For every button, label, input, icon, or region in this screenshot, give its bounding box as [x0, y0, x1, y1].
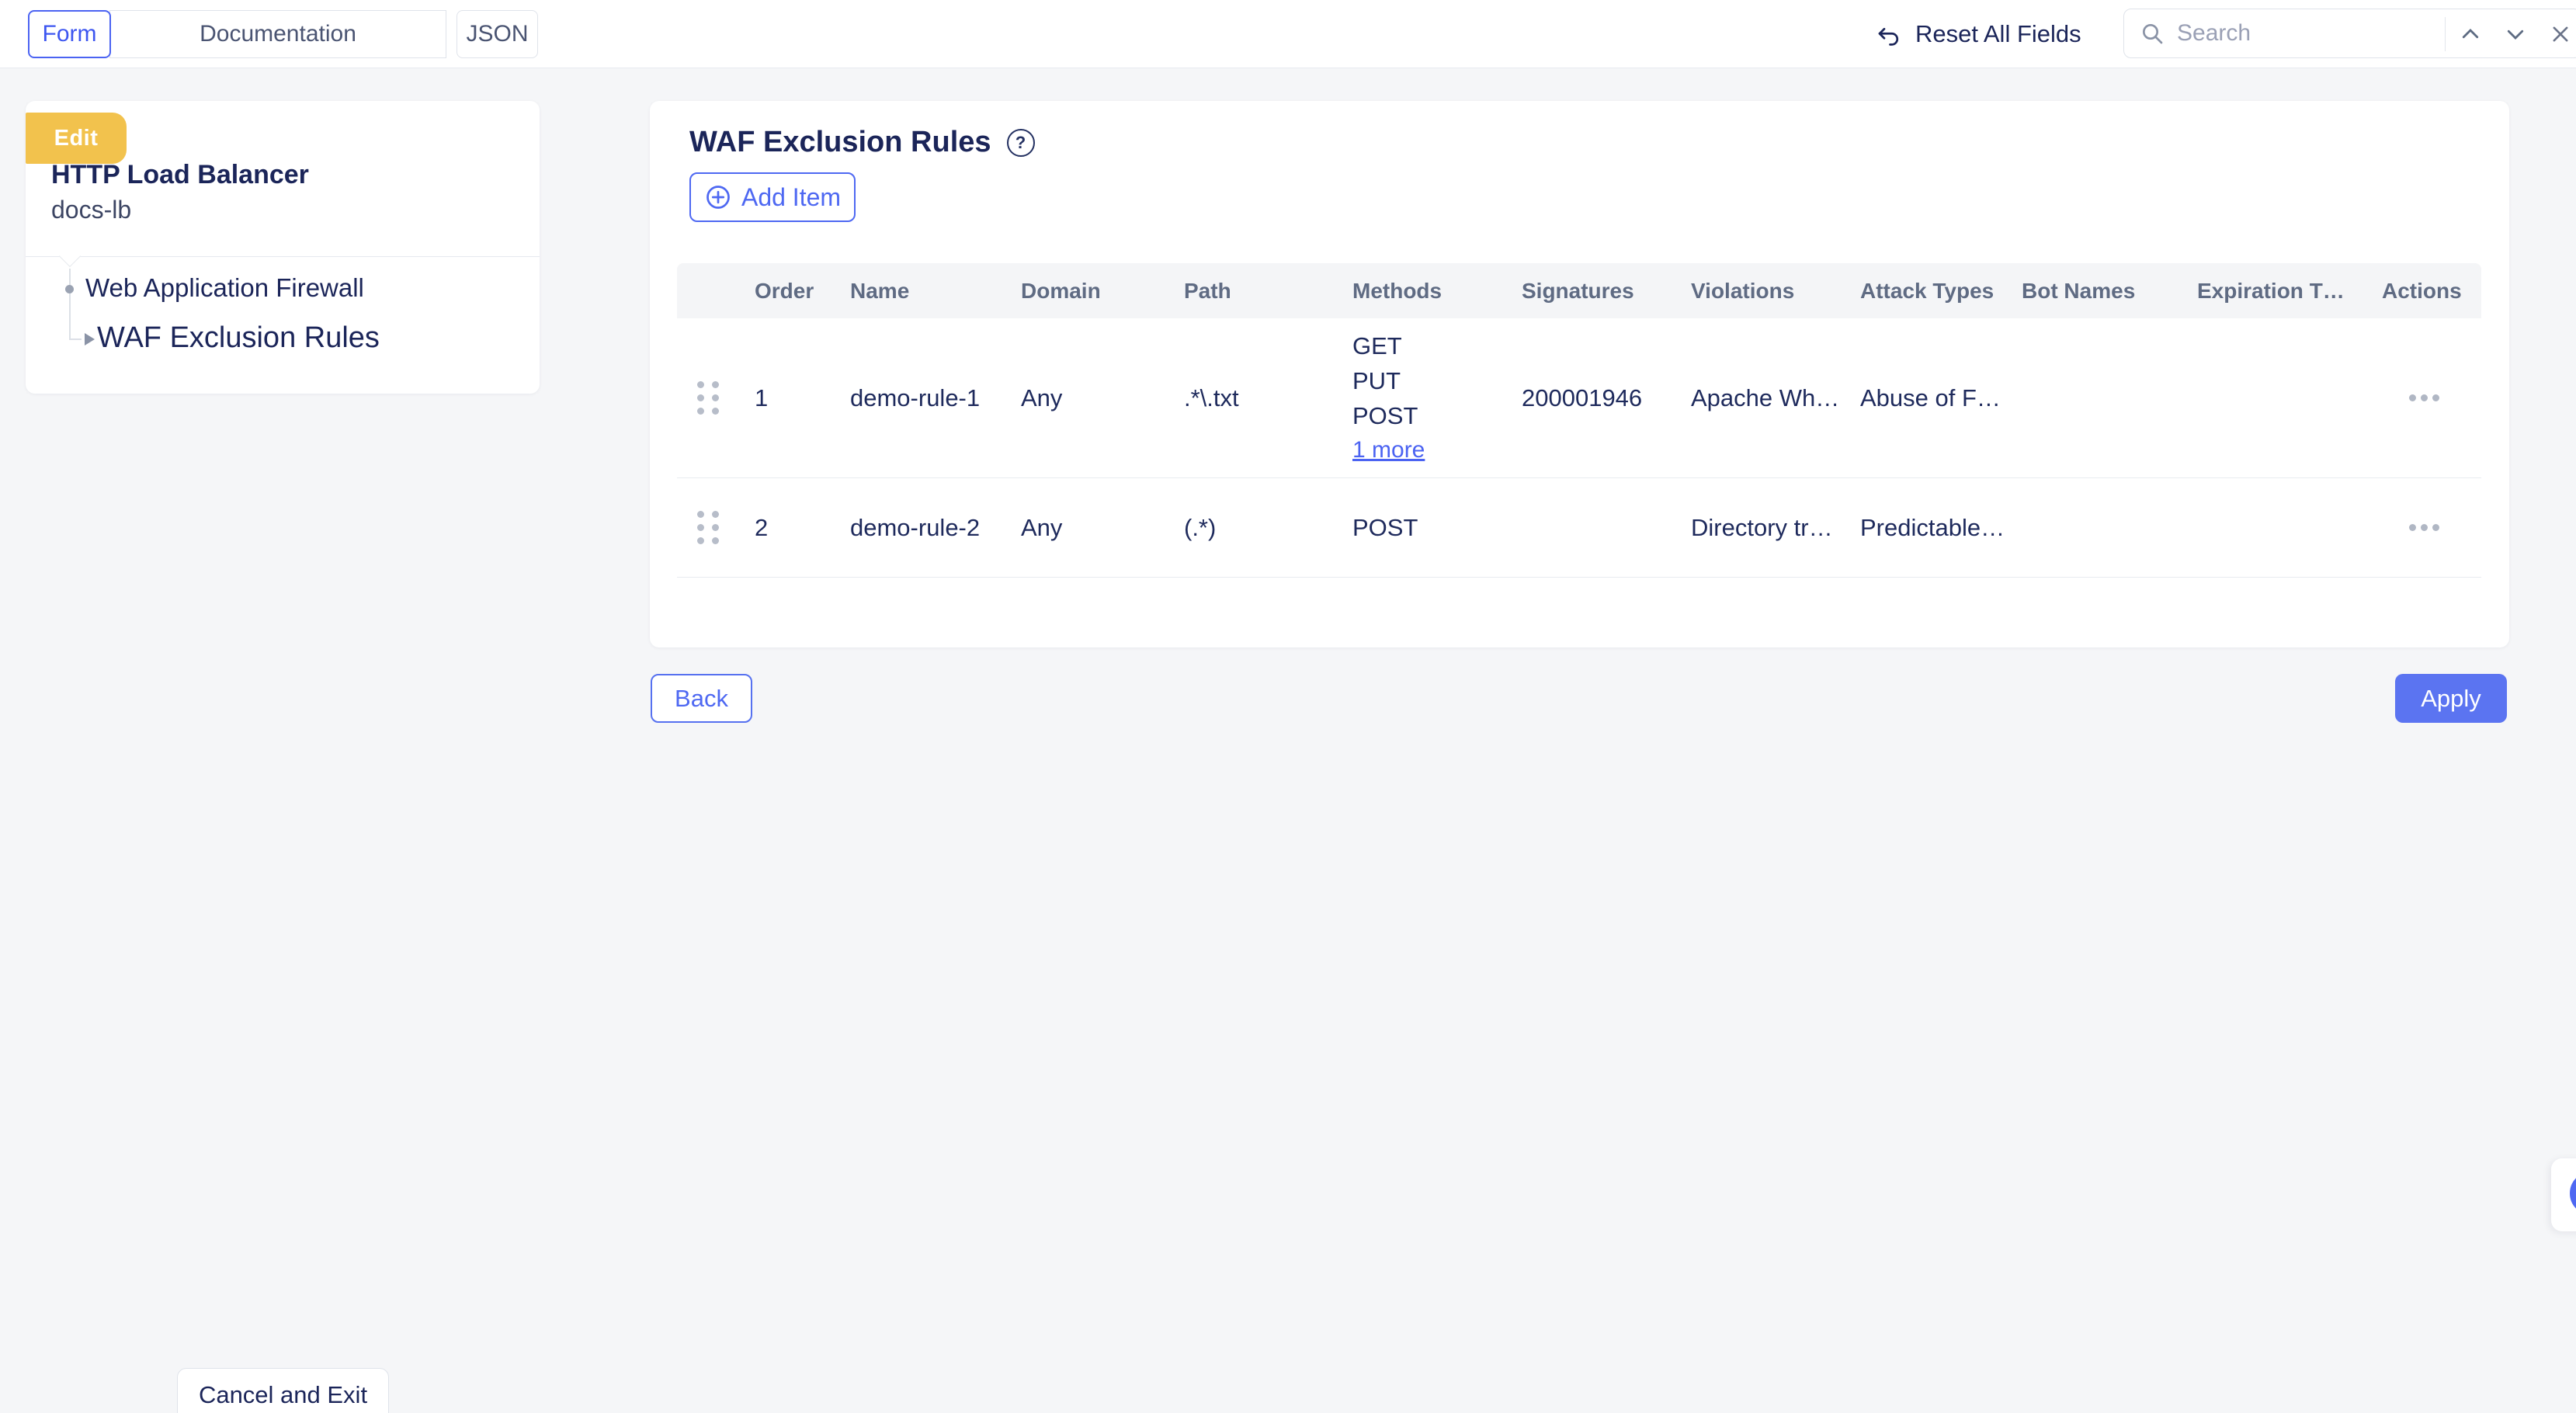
cell-actions [2366, 516, 2481, 539]
reset-all-fields-label: Reset All Fields [1915, 20, 2081, 48]
help-icon[interactable]: ? [1007, 129, 1035, 157]
drag-dots-icon [697, 511, 720, 545]
row-actions-menu-button[interactable] [2401, 387, 2447, 409]
top-bar: Form Documentation JSON Reset All Fields [0, 0, 2576, 68]
back-button[interactable]: Back [651, 674, 752, 723]
cell-order: 2 [739, 514, 835, 542]
cell-attack-types: Abuse of F… [1845, 384, 2006, 412]
col-signatures: Signatures [1506, 279, 1675, 304]
cell-actions [2366, 387, 2481, 409]
cell-signatures: 200001946 [1506, 384, 1675, 412]
apply-button[interactable]: Apply [2395, 674, 2507, 723]
search-box [2123, 9, 2576, 58]
col-violations: Violations [1675, 279, 1845, 304]
sidebar-divider [26, 256, 540, 257]
col-path: Path [1168, 279, 1337, 304]
method-label: POST [1352, 402, 1506, 430]
search-icon [2140, 21, 2165, 46]
sidebar-item-waf-exclusion-rules[interactable]: WAF Exclusion Rules [97, 321, 380, 355]
sidebar-object-type: HTTP Load Balancer [51, 160, 309, 190]
cell-path: (.*) [1168, 514, 1337, 542]
col-name: Name [835, 279, 1005, 304]
add-item-label: Add Item [741, 183, 841, 212]
search-input[interactable] [2177, 20, 2410, 47]
cell-name: demo-rule-2 [835, 514, 1005, 542]
method-label: GET [1352, 332, 1506, 360]
cell-name: demo-rule-1 [835, 384, 1005, 412]
more-methods-link[interactable]: 1 more [1352, 437, 1425, 463]
col-order: Order [739, 279, 835, 304]
cell-path: .*\.txt [1168, 384, 1337, 412]
tab-json[interactable]: JSON [457, 10, 538, 58]
section-header: WAF Exclusion Rules ? [689, 126, 1035, 159]
sidebar-card: Edit HTTP Load Balancer docs-lb Web Appl… [26, 101, 540, 394]
cancel-and-exit-button[interactable]: Cancel and Exit [177, 1368, 389, 1413]
edit-badge: Edit [26, 113, 127, 164]
waf-rules-table: Order Name Domain Path Methods Signature… [677, 263, 2481, 578]
drag-handle[interactable] [677, 381, 739, 415]
col-methods: Methods [1337, 279, 1506, 304]
reset-icon [1875, 20, 1903, 48]
reset-all-fields-button[interactable]: Reset All Fields [1875, 0, 2081, 68]
help-widget-icon [2570, 1172, 2576, 1215]
table-row: 1 demo-rule-1 Any .*\.txt GET PUT POST 1… [677, 318, 2481, 478]
search-close-icon[interactable] [2540, 9, 2576, 59]
section-title: WAF Exclusion Rules [689, 126, 991, 159]
cell-attack-types: Predictable… [1845, 514, 2006, 542]
cell-methods: GET PUT POST 1 more [1337, 332, 1506, 463]
method-label: POST [1352, 514, 1506, 542]
drag-dots-icon [697, 381, 720, 415]
cell-order: 1 [739, 384, 835, 412]
col-actions: Actions [2366, 279, 2481, 304]
cell-methods: POST [1337, 514, 1506, 542]
add-item-button[interactable]: Add Item [689, 172, 856, 222]
plus-circle-icon [704, 183, 732, 211]
cell-violations: Apache Wh… [1675, 384, 1845, 412]
search-prev-button[interactable] [2450, 9, 2491, 59]
main-panel: WAF Exclusion Rules ? Add Item Order Nam… [650, 101, 2509, 647]
cell-violations: Directory tr… [1675, 514, 1845, 542]
tab-documentation[interactable]: Documentation [109, 10, 446, 58]
search-next-button[interactable] [2495, 9, 2536, 59]
col-domain: Domain [1005, 279, 1168, 304]
cell-domain: Any [1005, 514, 1168, 542]
table-row: 2 demo-rule-2 Any (.*) POST Directory tr… [677, 478, 2481, 578]
sidebar-object-name: docs-lb [51, 196, 131, 224]
bullet-icon [65, 285, 74, 293]
tree-line [69, 269, 71, 339]
drag-handle[interactable] [677, 511, 739, 545]
cell-domain: Any [1005, 384, 1168, 412]
method-label: PUT [1352, 367, 1506, 395]
col-attack-types: Attack Types [1845, 279, 2006, 304]
table-header-row: Order Name Domain Path Methods Signature… [677, 263, 2481, 318]
caret-right-icon [85, 333, 95, 345]
search-divider [2445, 17, 2446, 51]
sidebar-divider-notch [59, 245, 81, 267]
sidebar-item-web-application-firewall[interactable]: Web Application Firewall [85, 273, 364, 303]
help-widget[interactable] [2551, 1158, 2576, 1231]
tab-form[interactable]: Form [28, 10, 111, 58]
tree-elbow [69, 338, 82, 340]
waf-exclusion-rules-page: Form Documentation JSON Reset All Fields [0, 0, 2576, 1413]
col-expiration: Expiration T… [2182, 279, 2366, 304]
col-bot-names: Bot Names [2006, 279, 2182, 304]
row-actions-menu-button[interactable] [2401, 516, 2447, 539]
